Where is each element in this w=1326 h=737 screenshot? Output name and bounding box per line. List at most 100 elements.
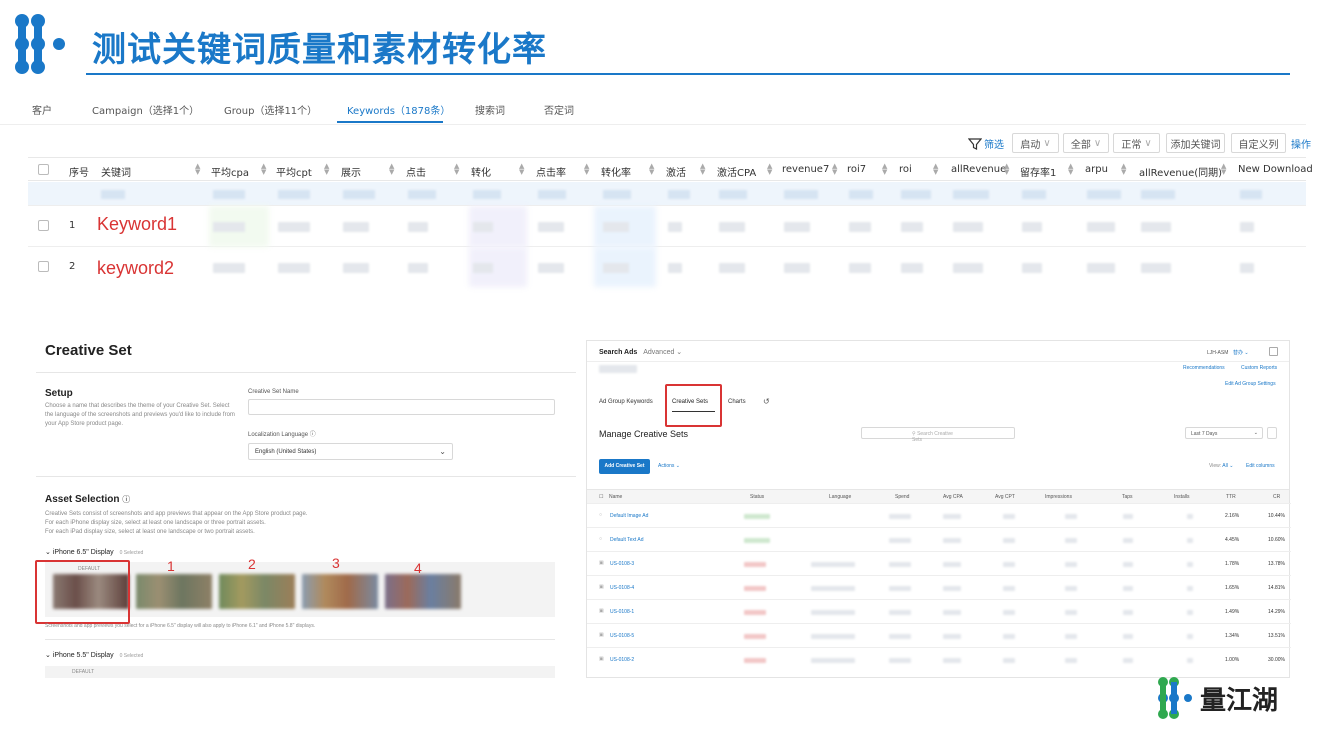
checkbox-icon[interactable]: ☐ (599, 494, 603, 500)
sort-icon[interactable]: ▲ ▼ (584, 163, 589, 176)
sort-icon[interactable]: ▲ ▼ (1068, 163, 1073, 176)
tab-charts[interactable]: Charts (728, 399, 746, 405)
row-checkbox[interactable] (38, 261, 49, 272)
sa-col-cr[interactable]: CR (1273, 494, 1280, 500)
actions-menu[interactable]: Actions ⌄ (658, 463, 680, 469)
tab-group[interactable]: Group（选择11个） (224, 102, 317, 117)
filter-button[interactable]: 筛选 (968, 136, 1004, 151)
add-keyword-button[interactable]: 添加关键词 (1166, 133, 1225, 153)
col-retention1[interactable]: 留存率1 (1020, 164, 1056, 179)
table-row[interactable]: 2 keyword2 (28, 247, 1306, 287)
creative-set-link[interactable]: US-0108-3 (610, 561, 634, 567)
sa-col-taps[interactable]: Taps (1122, 494, 1133, 500)
sort-icon[interactable]: ▲ ▼ (767, 163, 772, 176)
select-all-checkbox[interactable] (38, 164, 49, 175)
sa-col-name[interactable]: Name (609, 494, 622, 500)
tab-negative[interactable]: 否定词 (544, 102, 574, 117)
table-row[interactable]: ▣ US-0108-1 1.49% 14.29% (587, 599, 1291, 623)
sa-col-spend[interactable]: Spend (895, 494, 909, 500)
table-row[interactable]: ▣ US-0108-4 1.65% 14.81% (587, 575, 1291, 599)
sort-icon[interactable]: ▲ ▼ (832, 163, 837, 176)
sort-icon[interactable]: ▲ ▼ (1221, 163, 1226, 176)
col-roi7[interactable]: roi7 (847, 164, 866, 175)
sa-col-impressions[interactable]: Impressions (1045, 494, 1072, 500)
sa-col-avg-cpt[interactable]: Avg CPT (995, 494, 1015, 500)
sort-icon[interactable]: ▲ ▼ (1004, 163, 1009, 176)
sort-icon[interactable]: ▲ ▼ (519, 163, 524, 176)
asset-thumbnail[interactable] (136, 574, 212, 609)
sort-icon[interactable]: ▲ ▼ (649, 163, 654, 176)
col-activations[interactable]: 激活 (666, 164, 686, 179)
col-all-revenue-period[interactable]: allRevenue(同期) (1139, 164, 1222, 179)
row-radio[interactable]: ○ (599, 536, 602, 542)
table-row[interactable]: ▣ US-0108-3 1.78% 13.78% (587, 551, 1291, 575)
table-row[interactable]: ▣ US-0108-5 1.34% 13.51% (587, 623, 1291, 647)
asset-thumbnail[interactable] (219, 574, 295, 609)
table-row[interactable]: ○ Default Image Ad 2.16% 10.44% (587, 503, 1291, 527)
col-revenue7[interactable]: revenue7 (782, 164, 829, 175)
date-range-select[interactable]: Last 7 Days ⌄ (1185, 427, 1263, 439)
history-icon[interactable]: ↺ (763, 397, 770, 406)
row-checkbox[interactable]: ▣ (599, 584, 604, 590)
sa-col-language[interactable]: Language (829, 494, 851, 500)
col-avg-cpa[interactable]: 平均cpa (211, 164, 249, 179)
sort-icon[interactable]: ▲ ▼ (195, 163, 200, 176)
sa-col-status[interactable]: Status (750, 494, 764, 500)
state-select[interactable]: 正常 ∨ (1113, 133, 1160, 153)
sort-icon[interactable]: ▲ ▼ (882, 163, 887, 176)
recommendations-link[interactable]: Recommendations (1183, 365, 1225, 371)
sort-icon[interactable]: ▲ ▼ (454, 163, 459, 176)
col-activation-cpa[interactable]: 激活CPA (717, 164, 756, 179)
sort-icon[interactable]: ▲ ▼ (261, 163, 266, 176)
iphone55-section-toggle[interactable]: ⌄ iPhone 5.5" Display 0 Selected (45, 651, 143, 659)
sort-icon[interactable]: ▲ ▼ (1121, 163, 1126, 176)
calendar-icon[interactable] (1267, 427, 1277, 439)
view-filter[interactable]: View: All ⌄ (1209, 463, 1233, 469)
status-select[interactable]: 启动 ∨ (1012, 133, 1059, 153)
account-label[interactable]: LJH-ASM (1207, 350, 1228, 356)
col-avg-cpt[interactable]: 平均cpt (276, 164, 312, 179)
col-impressions[interactable]: 展示 (341, 164, 361, 179)
add-creative-set-button[interactable]: Add Creative Set (599, 459, 650, 474)
col-conversions[interactable]: 转化 (471, 164, 491, 179)
row-checkbox[interactable]: ▣ (599, 632, 604, 638)
col-taps[interactable]: 点击 (406, 164, 426, 179)
creative-set-link[interactable]: US-0108-2 (610, 657, 634, 663)
creative-set-search-input[interactable]: ⚲ Search Creative Sets (861, 427, 1015, 443)
creative-set-name-input[interactable] (248, 399, 555, 415)
row-radio[interactable]: ○ (599, 512, 602, 518)
custom-reports-link[interactable]: Custom Reports (1241, 365, 1277, 371)
iphone65-section-toggle[interactable]: ⌄ iPhone 6.5" Display 0 Selected (45, 548, 143, 556)
language-select[interactable]: English (United States) ⌄ (248, 443, 453, 460)
row-checkbox[interactable]: ▣ (599, 608, 604, 614)
row-checkbox[interactable]: ▣ (599, 560, 604, 566)
col-arpu[interactable]: arpu (1085, 164, 1108, 175)
sort-icon[interactable]: ▲ ▼ (933, 163, 938, 176)
panel-icon[interactable] (1269, 347, 1278, 356)
table-row[interactable]: ▣ US-0108-2 1.00% 30.00% (587, 647, 1291, 671)
col-ttr[interactable]: 点击率 (536, 164, 566, 179)
creative-set-link[interactable]: US-0108-4 (610, 585, 634, 591)
table-row[interactable]: ○ Default Text Ad 4.45% 10.60% (587, 527, 1291, 551)
edit-ad-group-link[interactable]: Edit Ad Group Settings (1225, 381, 1276, 387)
user-menu[interactable]: 替办 ⌄ (1233, 349, 1249, 356)
asset-thumbnail[interactable] (385, 574, 461, 609)
tab-keywords[interactable]: Keywords（1878条） (347, 102, 450, 117)
tab-campaign[interactable]: Campaign（选择1个） (92, 102, 199, 117)
edit-columns-link[interactable]: Edit columns (1246, 463, 1275, 469)
creative-set-link[interactable]: Default Text Ad (610, 537, 644, 543)
info-icon[interactable]: ⓘ (122, 495, 130, 504)
col-new-download[interactable]: New Download (1238, 164, 1313, 175)
col-roi[interactable]: roi (899, 164, 912, 175)
creative-set-link[interactable]: US-0108-1 (610, 609, 634, 615)
tab-ad-group-keywords[interactable]: Ad Group Keywords (599, 399, 653, 405)
row-checkbox[interactable]: ▣ (599, 656, 604, 662)
table-row[interactable]: 1 Keyword1 (28, 206, 1306, 247)
mode-select[interactable]: Advanced ⌄ (643, 349, 682, 356)
row-checkbox[interactable] (38, 220, 49, 231)
custom-columns-button[interactable]: 自定义列 (1231, 133, 1286, 153)
col-cr[interactable]: 转化率 (601, 164, 631, 179)
scope-select[interactable]: 全部 ∨ (1063, 133, 1109, 153)
asset-thumbnail[interactable] (302, 574, 378, 609)
col-all-revenue[interactable]: allRevenue (951, 164, 1006, 175)
